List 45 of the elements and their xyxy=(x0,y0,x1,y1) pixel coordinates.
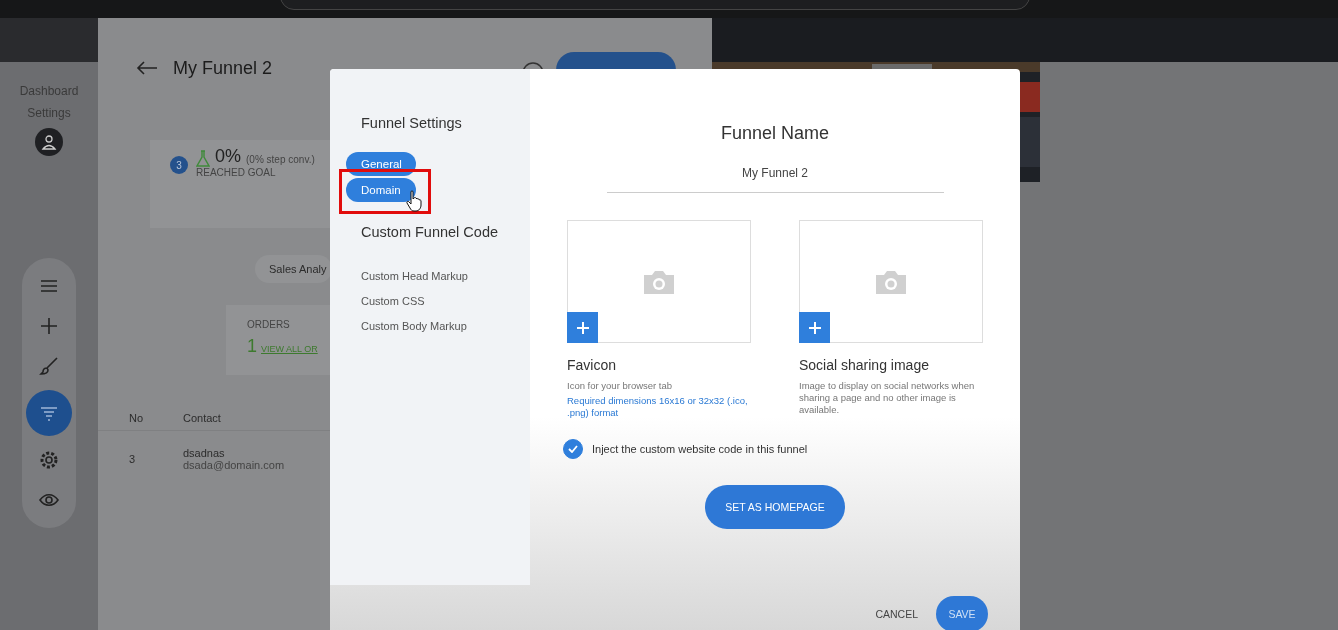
nav-link[interactable]: Custom Head Markup xyxy=(361,264,530,289)
upload-title: Social sharing image xyxy=(799,357,930,373)
nav-tab[interactable]: General xyxy=(346,152,416,176)
hand-cursor-icon xyxy=(406,190,422,212)
add-image-button[interactable] xyxy=(567,312,598,343)
goal-label: REACHED GOAL xyxy=(196,167,277,178)
table-cell-text: 3 xyxy=(129,453,137,465)
upload-description: Image to display on social networks when sharing a page and no other image is available. xyxy=(799,380,976,416)
sales-tab[interactable]: Sales Analy xyxy=(255,255,333,283)
image-drop-area[interactable] xyxy=(799,220,983,343)
column-header: Contact xyxy=(183,412,221,424)
flask-icon xyxy=(196,149,210,167)
section-title: Custom Funnel Code xyxy=(361,224,499,240)
camera-icon xyxy=(874,268,908,295)
field-label: Funnel Name xyxy=(720,123,830,144)
plus-icon xyxy=(576,321,589,334)
upload-title: Favicon xyxy=(567,357,618,373)
camera-icon xyxy=(642,268,676,295)
page-title: My Funnel 2 xyxy=(173,57,273,79)
section-title: Funnel Settings xyxy=(361,115,463,131)
check-icon xyxy=(568,445,578,453)
checkbox-label: Inject the custom website code in this funnel xyxy=(592,443,808,455)
back-arrow-icon[interactable] xyxy=(136,61,158,75)
plus-icon xyxy=(808,321,821,334)
upload-requirements: Required dimensions 16x16 or 32x32 (.ico, .png) format xyxy=(567,395,749,419)
funnel-icon[interactable] xyxy=(26,390,72,436)
checkbox[interactable] xyxy=(563,439,583,459)
upload-description: Icon for your browser tab xyxy=(567,380,674,392)
save-button[interactable]: SAVE xyxy=(936,596,988,630)
nav-link[interactable]: Custom CSS xyxy=(361,289,530,314)
nav-tab[interactable]: Domain xyxy=(346,178,416,202)
step-conversion: (0% step conv.) xyxy=(246,154,315,165)
contact-name: dsadnas xyxy=(183,447,226,459)
cancel-button[interactable]: CANCEL xyxy=(875,608,918,620)
contact-email: dsada@domain.com xyxy=(183,459,285,471)
conversion-rate: 0% xyxy=(215,146,241,167)
orders-count: 1 xyxy=(247,336,257,357)
column-header: No xyxy=(129,412,145,424)
name-field[interactable]: My Funnel 2 xyxy=(606,166,944,193)
avatar-icon[interactable] xyxy=(35,128,63,156)
image-drop-area[interactable] xyxy=(567,220,751,343)
nav-link[interactable]: Custom Body Markup xyxy=(361,314,530,339)
set-homepage-button[interactable]: SET AS HOMEPAGE xyxy=(705,485,845,529)
step-badge: 3 xyxy=(170,156,188,174)
add-image-button[interactable] xyxy=(799,312,830,343)
